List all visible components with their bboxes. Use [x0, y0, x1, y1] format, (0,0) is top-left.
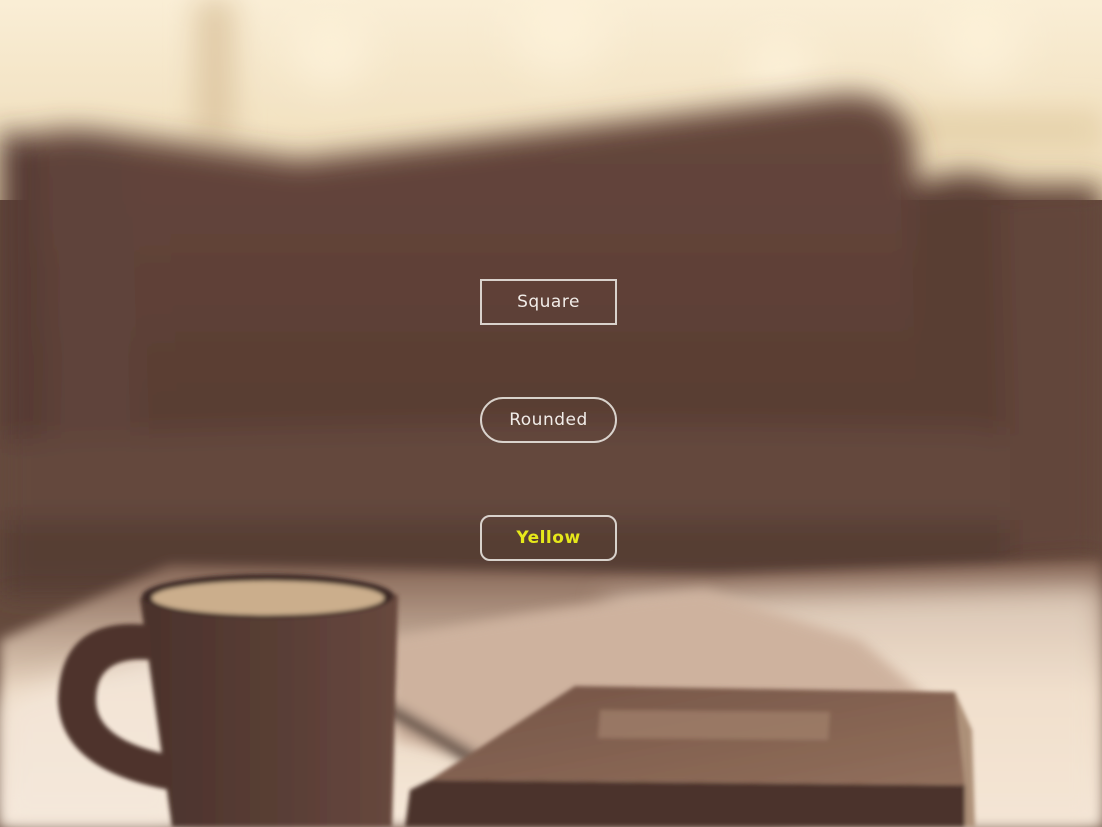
square-button[interactable]: Square: [480, 279, 617, 325]
background-scene: Square Rounded Yellow: [0, 0, 1102, 827]
yellow-button[interactable]: Yellow: [480, 515, 617, 561]
rounded-button[interactable]: Rounded: [480, 397, 617, 443]
button-group: Square Rounded Yellow: [0, 0, 1102, 827]
